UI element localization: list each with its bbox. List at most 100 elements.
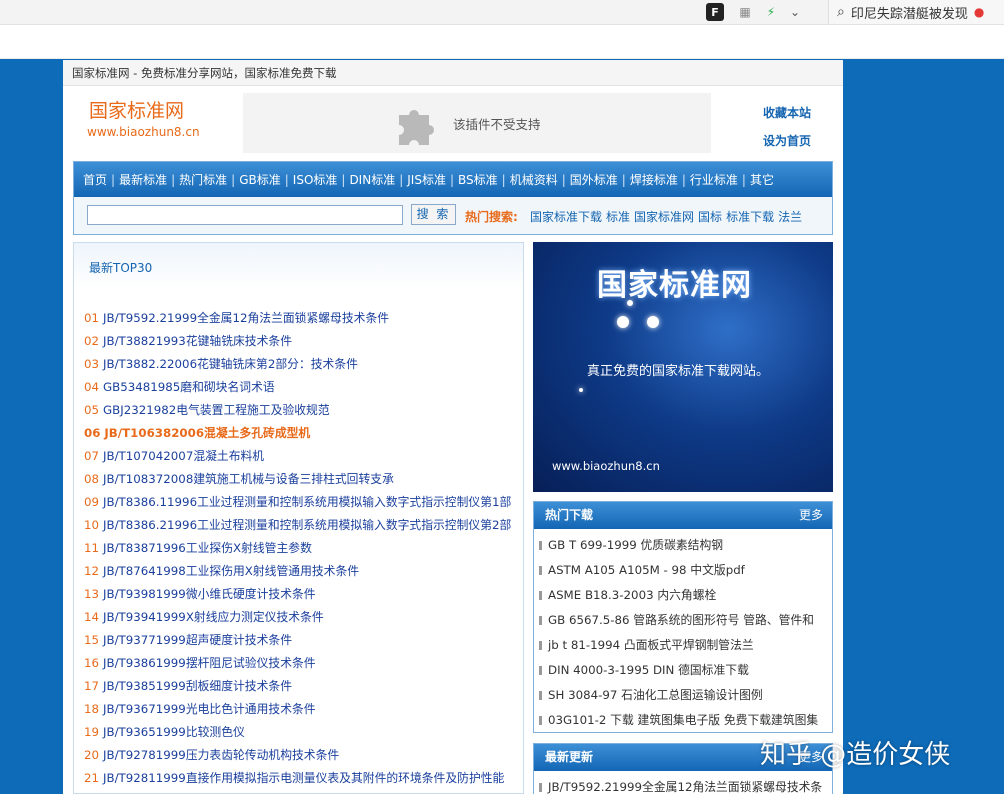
top30-item-number: 19 <box>84 725 100 739</box>
bullet-icon <box>539 691 542 700</box>
list-item[interactable]: DIN 4000-3-1995 DIN 德国标准下载 <box>539 658 832 683</box>
nav-item[interactable]: 最新标准 <box>119 171 167 188</box>
nav-item[interactable]: GB标准 <box>239 171 281 188</box>
top30-item-text: JB/T108372008建筑施工机械与设备三排柱式回转支承 <box>103 472 394 486</box>
site-banner[interactable]: 国家标准网 真正免费的国家标准下载网站。 www.biaozhun8.cn <box>533 242 833 492</box>
top30-item[interactable]: 20 JB/T92781999压力表齿轮传动机构技术条件 <box>84 744 520 767</box>
top30-item-text: JB/T38821993花键轴铣床技术条件 <box>103 334 292 348</box>
site-search-input[interactable] <box>87 205 403 225</box>
list-item[interactable]: SH 3084-97 石油化工总图运输设计图例 <box>539 683 832 708</box>
nav-item[interactable]: 国外标准 <box>570 171 618 188</box>
top30-item[interactable]: 21 JB/T92811999直接作用模拟指示电测量仪表及其附件的环境条件及防护性… <box>84 767 520 790</box>
bolt-icon[interactable]: ⚡ <box>762 3 780 21</box>
top30-item-number: 04 <box>84 380 100 394</box>
top30-item[interactable]: 03 JB/T3882.22006花键轴铣床第2部分：技术条件 <box>84 353 520 376</box>
hot-search-link[interactable]: 国标 <box>698 210 722 224</box>
top30-item[interactable]: 10 JB/T8386.21996工业过程测量和控制系统用模拟输入数字式指示控制仪… <box>84 514 520 537</box>
top30-item[interactable]: 09 JB/T8386.11996工业过程测量和控制系统用模拟输入数字式指示控制仪… <box>84 491 520 514</box>
bullet-icon <box>539 641 542 650</box>
top30-item[interactable]: 18 JB/T93671999光电比色计通用技术条件 <box>84 698 520 721</box>
search-button[interactable]: 搜 索 <box>411 204 456 225</box>
nav-item[interactable]: 行业标准 <box>690 171 738 188</box>
top30-item[interactable]: 08 JB/T108372008建筑施工机械与设备三排柱式回转支承 <box>84 468 520 491</box>
top30-item-number: 01 <box>84 311 100 325</box>
top30-item[interactable]: 13 JB/T93981999微小维氏硬度计技术条件 <box>84 583 520 606</box>
list-item-text: JB/T9592.21999全金属12角法兰面锁紧螺母技术条 <box>548 780 823 794</box>
shield-icon[interactable]: F <box>706 3 724 21</box>
browser-bookmark-bar <box>0 25 1004 59</box>
hot-search-link[interactable]: 国家标准下载 <box>530 210 602 224</box>
hot-search-link[interactable]: 标准 <box>606 210 630 224</box>
hot-downloads-more-link[interactable]: 更多 <box>799 502 823 529</box>
top30-item[interactable]: 06 JB/T106382006混凝土多孔砖成型机 <box>84 422 520 445</box>
list-item-text: GB 6567.5-86 管路系统的图形符号 管路、管件和 <box>548 613 814 627</box>
site-logo-url[interactable]: www.biaozhun8.cn <box>87 125 200 139</box>
hot-search-label: 热门搜索: <box>465 210 518 224</box>
bullet-icon <box>539 666 542 675</box>
top30-item-text: JB/T93861999摆杆阻尼试验仪技术条件 <box>103 656 316 670</box>
top30-item-text: JB/T8386.21996工业过程测量和控制系统用模拟输入数字式指示控制仪第2… <box>103 518 512 532</box>
add-favorite-link[interactable]: 收藏本站 <box>763 104 811 121</box>
list-item[interactable]: ASME B18.3-2003 内六角螺栓 <box>539 583 832 608</box>
top30-item[interactable]: 11 JB/T83871996工业探伤X射线管主参数 <box>84 537 520 560</box>
nav-item[interactable]: JIS标准 <box>407 171 446 188</box>
browser-search-box[interactable]: ⌕ 印尼失踪潜艇被发现 ● <box>828 0 1004 24</box>
list-item-text: 03G101-2 下载 建筑图集电子版 免费下载建筑图集 <box>548 713 819 727</box>
nav-item[interactable]: 机械资料 <box>510 171 558 188</box>
nav-item[interactable]: ISO标准 <box>293 171 338 188</box>
top30-item[interactable]: 19 JB/T93651999比较测色仪 <box>84 721 520 744</box>
list-item[interactable]: GB 6567.5-86 管路系统的图形符号 管路、管件和 <box>539 608 832 633</box>
top30-item-number: 07 <box>84 449 100 463</box>
hot-search-link[interactable]: 标准下载 <box>726 210 774 224</box>
nav-item[interactable]: DIN标准 <box>349 171 395 188</box>
nav-separator: | <box>231 172 236 187</box>
banner-title: 国家标准网 <box>597 268 752 303</box>
nav-separator: | <box>284 172 289 187</box>
top30-item-number: 20 <box>84 748 100 762</box>
nav-item[interactable]: 热门标准 <box>179 171 227 188</box>
banner-dot <box>627 300 633 306</box>
list-item[interactable]: 03G101-2 下载 建筑图集电子版 免费下载建筑图集 <box>539 708 832 733</box>
top30-item[interactable]: 07 JB/T107042007混凝土布料机 <box>84 445 520 468</box>
nav-item[interactable]: 其它 <box>750 171 774 188</box>
nav-item[interactable]: 焊接标准 <box>630 171 678 188</box>
top30-item-text: JB/T92781999压力表齿轮传动机构技术条件 <box>103 748 340 762</box>
top30-item[interactable]: 01 JB/T9592.21999全金属12角法兰面锁紧螺母技术条件 <box>84 307 520 330</box>
nav-separator: | <box>561 172 566 187</box>
top30-item-number: 05 <box>84 403 100 417</box>
nav-separator: | <box>399 172 404 187</box>
top30-item-number: 21 <box>84 771 100 785</box>
set-homepage-link[interactable]: 设为首页 <box>763 132 811 149</box>
hot-downloads-panel: 热门下载 更多 GB T 699-1999 优质碳素结构钢 ASTM A105 A… <box>533 501 833 733</box>
list-item[interactable]: ASTM A105 A105M - 98 中文版pdf <box>539 558 832 583</box>
grid-icon[interactable]: ▦ <box>736 3 754 21</box>
site-logo-title[interactable]: 国家标准网 <box>89 96 184 123</box>
top30-item[interactable]: 12 JB/T87641998工业探伤用X射线管通用技术条件 <box>84 560 520 583</box>
top30-item-text: JB/T87641998工业探伤用X射线管通用技术条件 <box>103 564 360 578</box>
top30-item[interactable]: 17 JB/T93851999刮板细度计技术条件 <box>84 675 520 698</box>
top30-item[interactable]: 14 JB/T93941999X射线应力测定仪技术条件 <box>84 606 520 629</box>
chevron-down-icon[interactable]: ⌄ <box>786 3 804 21</box>
nav-item[interactable]: BS标准 <box>458 171 498 188</box>
top30-item[interactable]: 02 JB/T38821993花键轴铣床技术条件 <box>84 330 520 353</box>
bullet-icon <box>539 716 542 725</box>
hot-search-link[interactable]: 法兰 <box>778 210 802 224</box>
hot-search-link[interactable]: 国家标准网 <box>634 210 694 224</box>
top30-item-text: JB/T8386.11996工业过程测量和控制系统用模拟输入数字式指示控制仪第1… <box>103 495 512 509</box>
top30-item[interactable]: 16 JB/T93861999摆杆阻尼试验仪技术条件 <box>84 652 520 675</box>
banner-dot <box>647 316 659 328</box>
top30-item[interactable]: 04 GB53481985磨和砌块名词术语 <box>84 376 520 399</box>
list-item[interactable]: jb t 81-1994 凸面板式平焊钢制管法兰 <box>539 633 832 658</box>
top30-item-text: JB/T93771999超声硬度计技术条件 <box>103 633 292 647</box>
bullet-icon <box>539 591 542 600</box>
nav-item[interactable]: 首页 <box>83 171 107 188</box>
top30-item-number: 09 <box>84 495 100 509</box>
list-item[interactable]: JB/T9592.21999全金属12角法兰面锁紧螺母技术条 <box>539 775 832 794</box>
plugin-message: 该插件不受支持 <box>453 116 541 132</box>
top30-item[interactable]: 05 GBJ2321982电气装置工程施工及验收规范 <box>84 399 520 422</box>
top30-item[interactable]: 15 JB/T93771999超声硬度计技术条件 <box>84 629 520 652</box>
list-item[interactable]: GB T 699-1999 优质碳素结构钢 <box>539 533 832 558</box>
search-icon: ⌕ <box>837 4 845 20</box>
nav-separator: | <box>111 172 116 187</box>
top30-item-number: 10 <box>84 518 100 532</box>
